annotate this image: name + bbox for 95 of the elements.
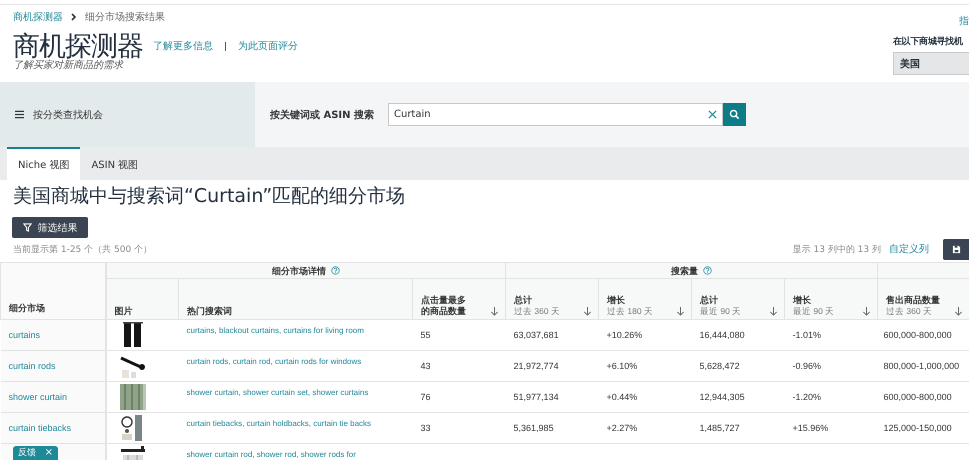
column-count: 显示 13 列中的 13 列 xyxy=(792,244,881,256)
column-header: 增长 xyxy=(793,295,812,306)
search-terms-link[interactable]: shower curtain, shower curtain set, shower curtains xyxy=(186,388,368,397)
group-header: 搜索量 xyxy=(671,264,698,276)
table-cell: 21,972,774 xyxy=(514,361,559,371)
guide-link[interactable]: 指 xyxy=(959,14,969,28)
header-cell[interactable]: 点击量最多的商品数量 xyxy=(412,278,506,320)
table-cell: +2.27% xyxy=(606,423,638,433)
column-header: 点击量最多的商品数量 xyxy=(421,295,467,317)
header-link[interactable]: 了解更多信息 xyxy=(153,39,213,53)
group-header: 细分市场详情 xyxy=(272,264,326,276)
column-header: 总计 xyxy=(700,295,720,306)
search-terms-link[interactable]: shower curtain rod, shower rod, shower rods for xyxy=(186,450,356,459)
header-cell[interactable]: 增长 最近 90 天 xyxy=(784,278,878,320)
filter-button[interactable]: 筛选结果 xyxy=(12,217,88,238)
feedback-badge[interactable]: 反馈 × xyxy=(13,446,58,460)
chevron-icon xyxy=(70,13,78,21)
column-header: 细分市场 xyxy=(9,302,45,315)
table-cell: +6.10% xyxy=(606,361,638,371)
table-cell: 800,000-1,000,000 xyxy=(884,361,960,371)
view-tab[interactable]: Niche 视图 xyxy=(7,147,80,180)
table-cell: -1.01% xyxy=(792,330,822,340)
customize-columns-link[interactable]: 自定义列 xyxy=(889,242,929,256)
close-icon[interactable]: × xyxy=(44,447,53,459)
table-cell: +0.44% xyxy=(606,392,638,402)
breadcrumb-current: 细分市场搜索结果 xyxy=(85,10,165,24)
sort-icon[interactable] xyxy=(676,306,686,317)
result-count: 当前显示第 1-25 个（共 500 个） xyxy=(13,244,152,256)
breadcrumb-link[interactable]: 商机探测器 xyxy=(13,10,63,24)
header-link[interactable]: 为此页面评分 xyxy=(238,39,298,53)
header-cell[interactable]: 总计 最近 90 天 xyxy=(692,278,785,320)
category-button[interactable]: 按分类查找机会 xyxy=(14,108,103,122)
search-icon xyxy=(729,109,740,120)
table-cell: +15.96% xyxy=(792,423,828,433)
marketplace-select[interactable]: 美国 xyxy=(893,52,969,75)
header-cell[interactable]: 图片 xyxy=(106,278,178,320)
table-cell: 12,944,305 xyxy=(700,392,745,402)
help-icon[interactable] xyxy=(703,266,712,275)
table-cell: 63,037,681 xyxy=(514,330,559,340)
sort-icon[interactable] xyxy=(490,306,500,317)
table-cell: -1.20% xyxy=(792,392,822,402)
header-cell[interactable]: 售出商品数量 过去 360 天 xyxy=(878,278,969,320)
table-cell: 5,628,472 xyxy=(700,361,740,371)
header-cell[interactable]: 增长 过去 180 天 xyxy=(598,278,692,320)
table-cell: 5,361,985 xyxy=(514,423,554,433)
header-cell[interactable]: 总计 过去 360 天 xyxy=(506,278,599,320)
column-subheader: 过去 360 天 xyxy=(514,306,560,317)
table-cell: 33 xyxy=(420,423,431,433)
column-header: 图片 xyxy=(114,306,132,317)
column-header: 热门搜索词 xyxy=(187,306,232,317)
table-cell: 51,977,134 xyxy=(514,392,559,402)
filter-icon xyxy=(22,223,32,232)
clear-icon[interactable] xyxy=(708,110,717,119)
niche-link[interactable]: curtains xyxy=(8,330,40,340)
search-button[interactable] xyxy=(723,103,746,126)
marketplace-label: 在以下商城寻找机 xyxy=(893,35,964,48)
feedback-label: 反馈 xyxy=(18,447,36,459)
sort-icon[interactable] xyxy=(954,306,964,317)
table-cell: -0.96% xyxy=(792,361,822,371)
search-terms-link[interactable]: curtain rods, curtain rod, curtain rods for windows xyxy=(186,357,362,366)
sort-icon[interactable] xyxy=(769,306,778,317)
page-subtitle: 了解买家对新商品的需求 xyxy=(13,59,125,72)
search-terms-link[interactable]: curtain tiebacks, curtain holdbacks, curtain tie backs xyxy=(186,419,372,428)
table-cell: 43 xyxy=(420,361,431,371)
table-cell: 55 xyxy=(420,330,431,340)
column-subheader: 过去 180 天 xyxy=(607,306,653,317)
save-button[interactable] xyxy=(943,238,969,260)
sort-icon[interactable] xyxy=(862,306,872,317)
niche-link[interactable]: curtain tiebacks xyxy=(8,423,72,433)
niche-link[interactable]: shower curtain xyxy=(8,392,68,402)
header-cell[interactable]: 细分市场 xyxy=(0,262,106,320)
table-cell: 125,000-150,000 xyxy=(884,423,952,433)
table-cell: +10.26% xyxy=(606,330,642,340)
table-cell: 600,000-800,000 xyxy=(884,392,952,402)
search-label: 按关键词或 ASIN 搜索 xyxy=(270,108,374,122)
table-cell: 16,444,080 xyxy=(700,330,745,340)
table-cell: 600,000-800,000 xyxy=(884,330,952,340)
column-subheader: 过去 360 天 xyxy=(886,306,933,317)
niche-link[interactable]: curtain rods xyxy=(8,361,56,371)
menu-icon xyxy=(14,110,25,119)
view-tab[interactable]: ASIN 视图 xyxy=(80,147,150,180)
search-field[interactable]: Curtain xyxy=(388,103,723,126)
column-subheader: 最近 90 天 xyxy=(793,306,834,317)
search-terms-link[interactable]: curtains, blackout curtains, curtains for living room xyxy=(186,326,364,335)
table-cell: 76 xyxy=(420,392,431,402)
column-header: 总计 xyxy=(514,295,534,306)
column-subheader: 最近 90 天 xyxy=(700,306,742,317)
help-icon[interactable] xyxy=(330,266,340,275)
sort-icon[interactable] xyxy=(583,306,592,317)
save-icon xyxy=(952,244,960,254)
table-cell: 1,485,727 xyxy=(700,423,740,433)
column-header: 售出商品数量 xyxy=(886,295,940,306)
column-header: 增长 xyxy=(607,295,626,306)
header-cell[interactable]: 热门搜索词 xyxy=(178,278,412,320)
results-heading: 美国商城中与搜索词“Curtain”匹配的细分市场 xyxy=(13,184,406,209)
